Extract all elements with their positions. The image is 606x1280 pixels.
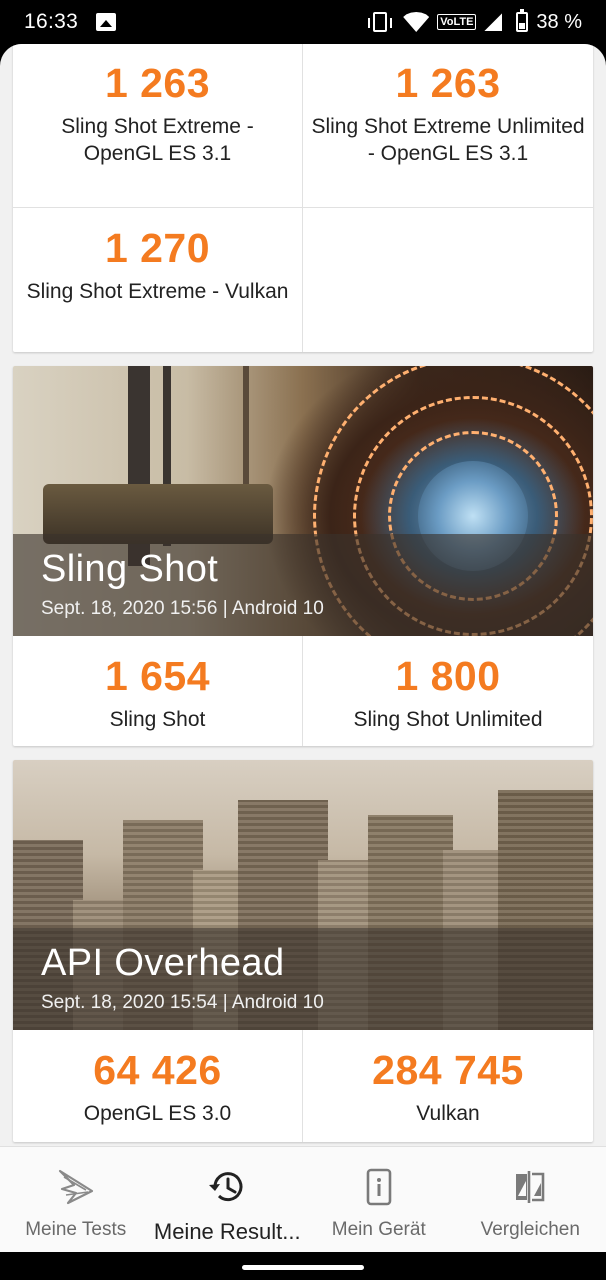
nav-meine-resultate[interactable]: Meine Result... [152, 1147, 304, 1252]
score-value: 1 263 [395, 60, 501, 106]
banner-caption: API Overhead Sept. 18, 2020 15:54 | Andr… [13, 928, 593, 1030]
score-label: Sling Shot Unlimited [353, 708, 543, 731]
nav-label: Meine Result... [153, 1219, 301, 1244]
results-list[interactable]: 1 263 Sling Shot Extreme - OpenGL ES 3.1… [0, 44, 606, 1146]
home-gesture-handle[interactable] [242, 1265, 364, 1270]
result-card-api-overhead[interactable]: API Overhead Sept. 18, 2020 15:54 | Andr… [13, 760, 593, 1142]
score-label: Sling Shot [109, 708, 206, 731]
score-cell[interactable]: 1 270 Sling Shot Extreme - Vulkan [13, 208, 303, 352]
nav-label: Meine Tests [25, 1219, 127, 1240]
gallery-notification-icon [96, 13, 117, 31]
score-grid: 1 263 Sling Shot Extreme - OpenGL ES 3.1… [13, 44, 593, 352]
device-info-icon [359, 1167, 399, 1207]
score-label: Vulkan [416, 1102, 480, 1125]
score-cell[interactable]: 1 263 Sling Shot Extreme Unlimited - Ope… [303, 44, 593, 208]
score-grid: 64 426 OpenGL ES 3.0 284 745 Vulkan [13, 1030, 593, 1142]
3dmark-logo-icon [56, 1167, 96, 1207]
vibrate-icon [368, 12, 393, 32]
nav-meine-tests[interactable]: Meine Tests [0, 1147, 152, 1252]
status-time: 16:33 [24, 10, 79, 33]
api-overhead-banner-image: API Overhead Sept. 18, 2020 15:54 | Andr… [13, 760, 593, 1030]
result-card-sling-shot[interactable]: Sling Shot Sept. 18, 2020 15:56 | Androi… [13, 366, 593, 746]
result-card-sling-shot-extreme[interactable]: 1 263 Sling Shot Extreme - OpenGL ES 3.1… [13, 44, 593, 352]
test-meta: Sept. 18, 2020 15:54 | Android 10 [41, 992, 324, 1013]
compare-icon [510, 1167, 550, 1207]
nav-mein-geraet[interactable]: Mein Gerät [303, 1147, 455, 1252]
score-label: Sling Shot Extreme Unlimited - OpenGL ES… [311, 115, 585, 165]
score-cell[interactable]: 1 654 Sling Shot [13, 636, 303, 746]
volte-icon: VoLTE [437, 14, 477, 30]
score-cell[interactable]: 64 426 OpenGL ES 3.0 [13, 1030, 303, 1142]
test-meta: Sept. 18, 2020 15:56 | Android 10 [41, 598, 324, 619]
wifi-icon [403, 12, 430, 32]
score-value: 1 270 [104, 225, 211, 271]
score-cell[interactable]: 1 800 Sling Shot Unlimited [303, 636, 593, 746]
battery-icon [516, 9, 529, 32]
history-icon [207, 1167, 247, 1207]
score-label: Sling Shot Extreme - OpenGL ES 3.1 [61, 115, 254, 165]
score-cell[interactable]: 1 263 Sling Shot Extreme - OpenGL ES 3.1 [13, 44, 303, 208]
score-value: 1 654 [104, 653, 211, 699]
score-cell[interactable]: 284 745 Vulkan [303, 1030, 593, 1142]
bottom-navigation: Meine Tests Meine Result... Mein Gerät V… [0, 1146, 606, 1252]
nav-label: Mein Gerät [331, 1219, 426, 1240]
score-value: 1 263 [104, 60, 211, 106]
status-icons: VoLTE 38 % [368, 9, 582, 34]
score-value: 284 745 [372, 1047, 524, 1093]
nav-label: Vergleichen [480, 1219, 580, 1240]
score-label: Sling Shot Extreme - Vulkan [26, 280, 289, 303]
status-bar: 16:33 VoLTE 38 % [0, 0, 606, 44]
score-value: 1 800 [395, 653, 501, 699]
nav-vergleichen[interactable]: Vergleichen [455, 1147, 606, 1252]
score-value: 64 426 [93, 1047, 222, 1093]
banner-caption: Sling Shot Sept. 18, 2020 15:56 | Androi… [13, 534, 593, 636]
test-title: Sling Shot [41, 548, 219, 590]
signal-icon [484, 13, 503, 31]
sling-shot-banner-image: Sling Shot Sept. 18, 2020 15:56 | Androi… [13, 366, 593, 636]
empty-score-cell [303, 208, 593, 352]
battery-percentage: 38 % [536, 10, 582, 33]
score-label: OpenGL ES 3.0 [83, 1102, 232, 1125]
score-grid: 1 654 Sling Shot 1 800 Sling Shot Unlimi… [13, 636, 593, 746]
test-title: API Overhead [41, 942, 285, 984]
